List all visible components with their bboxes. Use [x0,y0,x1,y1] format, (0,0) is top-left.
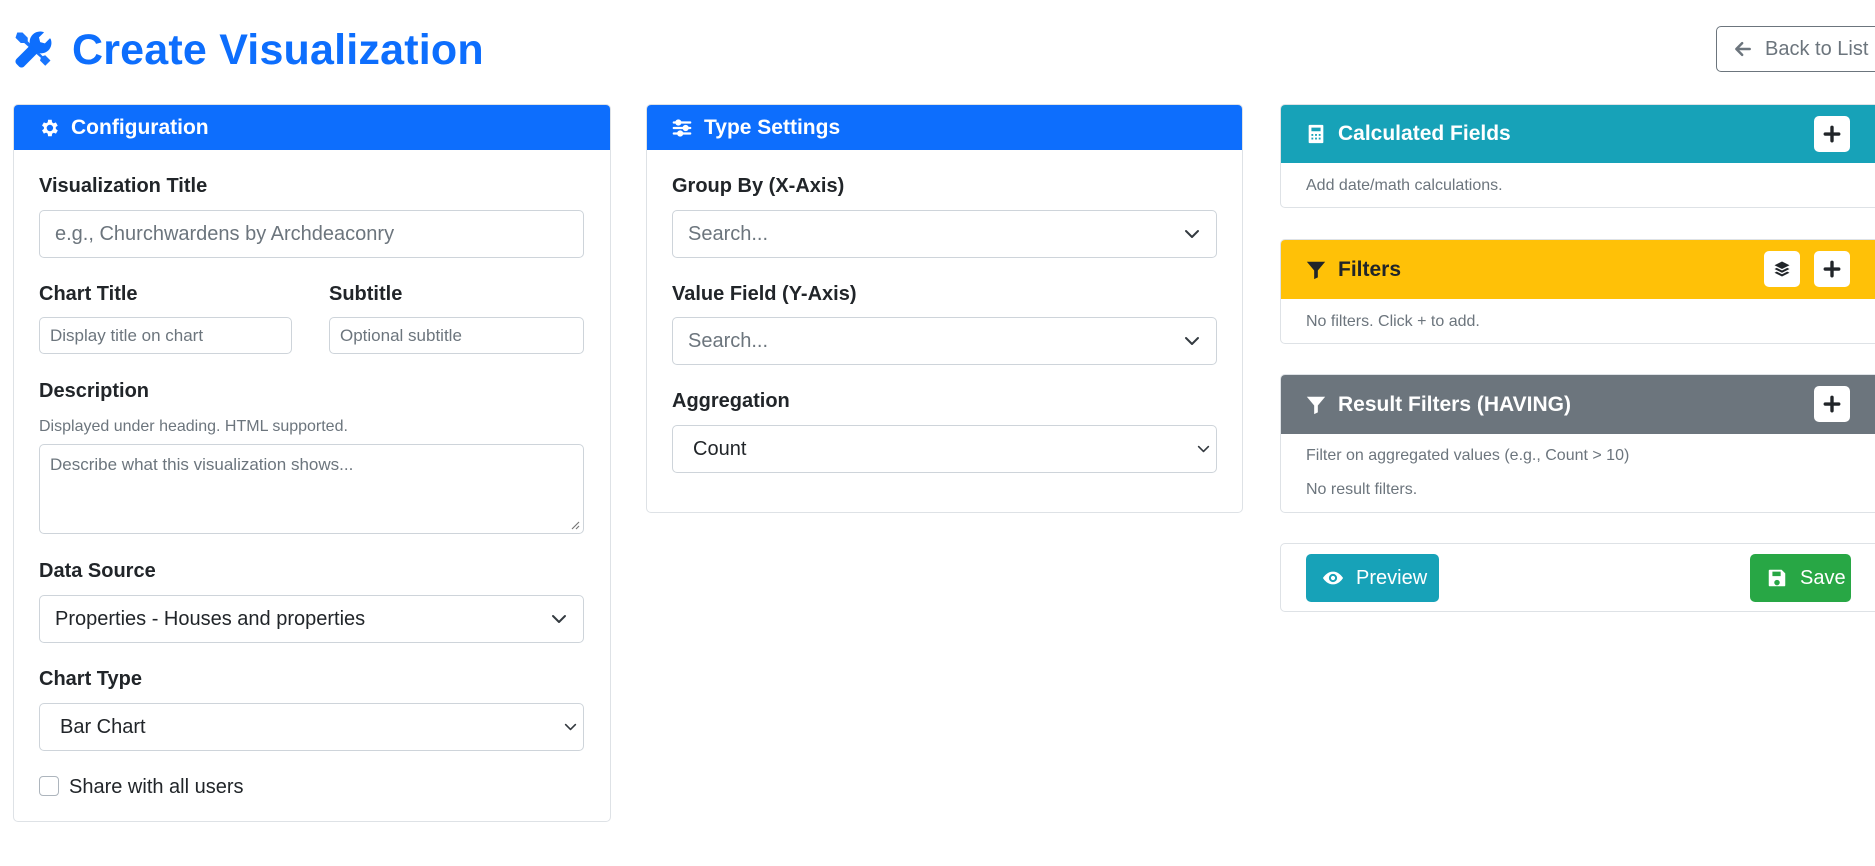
viz-title-input[interactable]: e.g., Churchwardens by Archdeaconry [39,210,584,258]
add-filter-button[interactable] [1814,251,1850,287]
configuration-header: Configuration [14,105,610,150]
chevron-down-icon [552,615,566,623]
chevron-down-icon [564,723,577,731]
calculated-fields-card: Calculated Fields Add date/math calculat… [1280,104,1875,208]
group-by-select[interactable]: Search... [672,210,1217,258]
share-label[interactable]: Share with all users [69,776,244,799]
configuration-card: Configuration Visualization Title e.g., … [13,104,611,822]
save-label: Save [1800,566,1846,589]
filter-icon [1306,261,1326,279]
configuration-title: Configuration [71,115,209,139]
actions-card: Preview Save [1280,543,1875,612]
share-checkbox[interactable] [39,776,59,796]
filters-card: Filters No filters. Click + to add. [1280,239,1875,344]
group-by-label: Group By (X-Axis) [672,175,845,197]
plus-icon [1823,260,1841,278]
calculated-fields-text: Add date/math calculations. [1306,177,1503,194]
data-source-select[interactable]: Properties - Houses and properties [39,595,584,643]
preview-button[interactable]: Preview [1306,554,1439,602]
plus-icon [1823,395,1841,413]
type-settings-card: Type Settings Group By (X-Axis) Search..… [646,104,1243,513]
tools-icon [15,31,52,68]
aggregation-label: Aggregation [672,390,790,412]
group-by-placeholder: Search... [688,222,769,245]
value-field-placeholder: Search... [688,329,769,352]
sliders-icon [672,118,692,137]
chart-type-value: Bar Chart [60,715,146,738]
back-to-list-label: Back to List [1765,37,1869,60]
data-source-label: Data Source [39,560,156,582]
page-header: Create Visualization [12,24,484,76]
calculated-fields-header: Calculated Fields [1281,105,1875,163]
subtitle-input[interactable]: Optional subtitle [329,317,584,354]
preview-label: Preview [1356,566,1428,589]
result-filters-help: Filter on aggregated values (e.g., Count… [1306,447,1630,464]
result-filters-empty-text: No result filters. [1306,481,1418,498]
data-source-value: Properties - Houses and properties [55,607,366,630]
arrow-left-icon [1735,41,1751,57]
chart-type-select[interactable]: Bar Chart [39,703,584,751]
add-calculated-field-button[interactable] [1814,116,1850,152]
result-filters-title: Result Filters (HAVING) [1338,392,1571,416]
chevron-down-icon [1185,230,1199,238]
chart-title-input[interactable]: Display title on chart [39,317,292,354]
description-help: Displayed under heading. HTML supported. [39,418,348,435]
chevron-down-icon [1185,337,1199,345]
chart-type-label: Chart Type [39,668,142,690]
page-title: Create Visualization [72,25,484,74]
type-settings-header: Type Settings [647,105,1242,150]
back-to-list-button[interactable]: Back to List [1716,26,1875,72]
chart-title-label: Chart Title [39,283,138,305]
eye-icon [1322,571,1344,585]
value-field-label: Value Field (Y-Axis) [672,283,857,305]
filter-groups-button[interactable] [1764,251,1800,287]
filters-title: Filters [1338,257,1402,281]
layers-icon [1774,261,1790,277]
result-filters-header: Result Filters (HAVING) [1281,375,1875,434]
viz-title-placeholder: e.g., Churchwardens by Archdeaconry [55,222,395,245]
value-field-select[interactable]: Search... [672,317,1217,365]
gear-icon [42,119,58,136]
aggregation-value: Count [693,437,747,460]
floppy-disk-icon [1768,569,1786,587]
description-textarea[interactable]: Describe what this visualization shows..… [39,444,584,534]
type-settings-title: Type Settings [704,115,841,139]
description-label: Description [39,380,150,402]
calculator-icon [1308,124,1324,144]
result-filters-card: Result Filters (HAVING) Filter on aggreg… [1280,374,1875,513]
aggregation-select[interactable]: Count [672,425,1217,473]
plus-icon [1823,125,1841,143]
chart-title-placeholder: Display title on chart [50,325,204,345]
viz-title-label: Visualization Title [39,175,208,197]
subtitle-placeholder: Optional subtitle [340,325,462,345]
calculated-fields-title: Calculated Fields [1338,122,1511,145]
description-placeholder: Describe what this visualization shows..… [50,455,354,474]
chevron-down-icon [1197,445,1210,453]
save-button[interactable]: Save [1750,554,1851,602]
resize-handle-icon[interactable] [570,520,580,530]
filter-icon [1306,396,1326,414]
subtitle-label: Subtitle [329,283,403,305]
filters-empty-text: No filters. Click + to add. [1306,313,1480,330]
add-result-filter-button[interactable] [1814,386,1850,422]
